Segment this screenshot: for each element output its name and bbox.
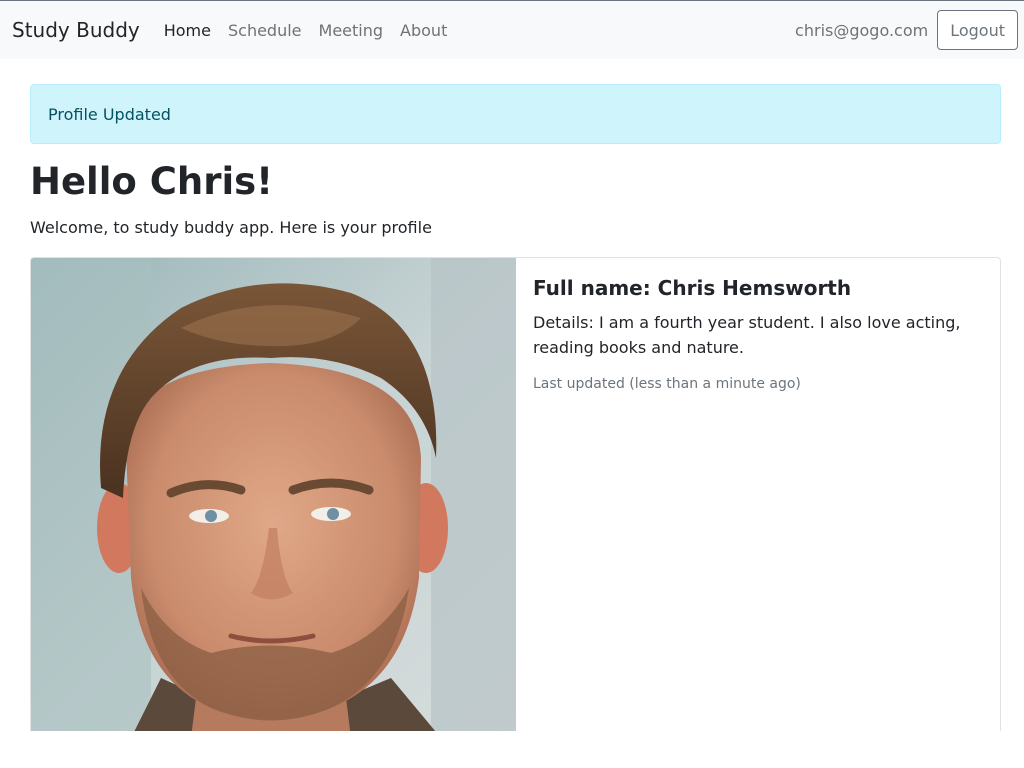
- last-updated-text: Last updated (less than a minute ago): [533, 376, 801, 392]
- nav-user-area: chris@gogo.com Logout: [795, 10, 1018, 50]
- nav-link-schedule[interactable]: Schedule: [228, 21, 302, 40]
- welcome-text: Welcome, to study buddy app. Here is you…: [30, 218, 432, 237]
- nav-links: Home Schedule Meeting About: [164, 21, 465, 40]
- user-email: chris@gogo.com: [795, 20, 929, 40]
- nav-link-about[interactable]: About: [400, 21, 447, 40]
- profile-photo-illustration: [31, 258, 516, 736]
- profile-photo: [31, 258, 516, 736]
- nav-link-meeting[interactable]: Meeting: [319, 21, 384, 40]
- page-bottom-area: [0, 731, 1024, 768]
- navbar: Study Buddy Home Schedule Meeting About …: [0, 0, 1024, 59]
- profile-details-text: Details: I am a fourth year student. I a…: [533, 313, 961, 357]
- profile-details: Full name: Chris Hemsworth Details: I am…: [516, 258, 1000, 736]
- profile-full-name: Full name: Chris Hemsworth: [533, 276, 852, 300]
- profile-updated-alert: Profile Updated: [30, 84, 1001, 144]
- navbar-brand[interactable]: Study Buddy: [12, 18, 140, 42]
- profile-card: Full name: Chris Hemsworth Details: I am…: [30, 257, 1001, 737]
- alert-message: Profile Updated: [48, 104, 171, 124]
- page-title: Hello Chris!: [30, 160, 274, 203]
- logout-button[interactable]: Logout: [937, 10, 1018, 50]
- nav-link-home[interactable]: Home: [164, 21, 211, 40]
